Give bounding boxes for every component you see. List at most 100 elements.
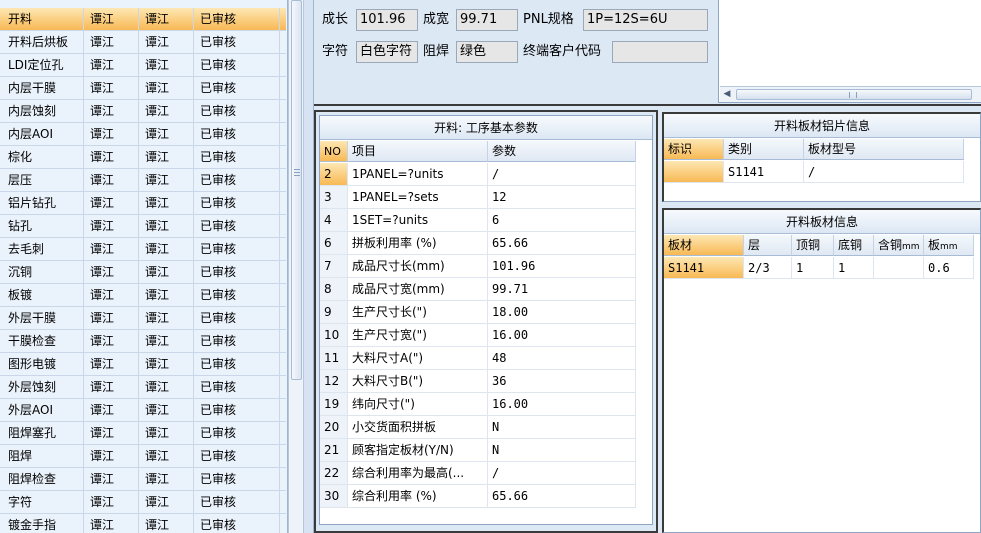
param-row[interactable]: 8 成品尺寸宽(mm) 99.71 — [320, 278, 636, 301]
pnl-field[interactable]: 1P=12S=6U — [583, 9, 708, 31]
process-row[interactable]: 外层AOI 谭江 谭江 已审核 — [0, 399, 286, 422]
foil-mark-cell[interactable] — [664, 161, 724, 183]
mask-label: 阻焊 — [423, 44, 450, 59]
process-row[interactable]: 外层干膜 谭江 谭江 已审核 — [0, 307, 286, 330]
horizontal-scrollbar[interactable]: ◀ — [720, 86, 981, 102]
param-value: 16.00 — [488, 393, 636, 415]
param-row[interactable]: 9 生产尺寸长(") 18.00 — [320, 301, 636, 324]
process-row[interactable]: 层压 谭江 谭江 已审核 — [0, 169, 286, 192]
right-area: 开料板材铝片信息 标识 类别 板材型号 S1141 / 开料板材信息 板材 层 … — [658, 110, 981, 533]
process-name: 棕化 — [2, 146, 84, 168]
process-col2: 谭江 — [84, 192, 139, 214]
process-col2: 谭江 — [84, 422, 139, 444]
process-row[interactable]: 去毛刺 谭江 谭江 已审核 — [0, 238, 286, 261]
param-no: 22 — [320, 462, 348, 484]
param-row[interactable]: 19 纬向尺寸(") 16.00 — [320, 393, 636, 416]
process-list-scrollbar[interactable] — [288, 0, 304, 533]
process-row[interactable]: 图形电镀 谭江 谭江 已审核 — [0, 353, 286, 376]
process-col2: 谭江 — [84, 123, 139, 145]
param-row[interactable]: 11 大料尺寸A(") 48 — [320, 347, 636, 370]
process-name: 板镀 — [2, 284, 84, 306]
char-label: 字符 — [322, 44, 349, 59]
process-row[interactable]: 字符 谭江 谭江 已审核 — [0, 491, 286, 514]
width-field[interactable]: 99.71 — [456, 9, 518, 31]
process-col3: 谭江 — [139, 123, 194, 145]
param-row[interactable]: 12 大料尺寸B(") 36 — [320, 370, 636, 393]
col-no[interactable]: NO — [320, 141, 348, 162]
foil-category-cell[interactable]: S1141 — [724, 161, 804, 183]
col-param[interactable]: 参数 — [488, 141, 636, 162]
param-no: 9 — [320, 301, 348, 323]
process-row[interactable]: 阻焊 谭江 谭江 已审核 — [0, 445, 286, 468]
splitter[interactable] — [304, 0, 314, 533]
param-row[interactable]: 4 1SET=?units 6 — [320, 209, 636, 232]
process-col3: 谭江 — [139, 514, 194, 533]
process-col3: 谭江 — [139, 422, 194, 444]
length-field[interactable]: 101.96 — [356, 9, 418, 31]
process-row[interactable]: 开料后烘板 谭江 谭江 已审核 — [0, 31, 286, 54]
cu-thick-cell[interactable] — [874, 257, 924, 279]
process-row[interactable]: 外层蚀刻 谭江 谭江 已审核 — [0, 376, 286, 399]
col-bottom-cu[interactable]: 底铜 — [834, 235, 874, 256]
param-item: 大料尺寸A(") — [348, 347, 488, 369]
param-value: 12 — [488, 186, 636, 208]
process-row[interactable]: 开料 谭江 谭江 已审核 — [0, 8, 286, 31]
param-row[interactable]: 2 1PANEL=?units / — [320, 163, 636, 186]
process-row[interactable]: 钻孔 谭江 谭江 已审核 — [0, 215, 286, 238]
scrollbar-thumb[interactable] — [291, 0, 302, 380]
top-cu-cell[interactable]: 1 — [792, 257, 834, 279]
param-row[interactable]: 21 顾客指定板材(Y/N) N — [320, 439, 636, 462]
param-row[interactable]: 30 综合利用率 (%) 65.66 — [320, 485, 636, 508]
col-top-cu[interactable]: 顶铜 — [792, 235, 834, 256]
process-row[interactable]: 阻焊检查 谭江 谭江 已审核 — [0, 468, 286, 491]
process-row[interactable]: LDI定位孔 谭江 谭江 已审核 — [0, 54, 286, 77]
process-name: 内层蚀刻 — [2, 100, 84, 122]
mask-field[interactable]: 绿色 — [456, 41, 518, 63]
process-row[interactable]: 阻焊塞孔 谭江 谭江 已审核 — [0, 422, 286, 445]
process-row[interactable]: 铝片钻孔 谭江 谭江 已审核 — [0, 192, 286, 215]
layer-cell[interactable]: 2/3 — [744, 257, 792, 279]
process-name: 沉铜 — [2, 261, 84, 283]
customer-field[interactable] — [612, 41, 708, 63]
col-mark[interactable]: 标识 — [664, 139, 724, 160]
col-board[interactable]: 板材 — [664, 235, 744, 256]
col-category[interactable]: 类别 — [724, 139, 804, 160]
param-row[interactable]: 10 生产尺寸宽(") 16.00 — [320, 324, 636, 347]
process-row[interactable]: 干膜检查 谭江 谭江 已审核 — [0, 330, 286, 353]
char-field[interactable]: 白色字符 — [356, 41, 418, 63]
scrollbar-thumb[interactable] — [736, 89, 972, 100]
col-layer[interactable]: 层 — [744, 235, 792, 256]
param-row[interactable]: 20 小交货面积拼板 N — [320, 416, 636, 439]
process-name: 层压 — [2, 169, 84, 191]
col-thick[interactable]: 板mm — [924, 235, 974, 256]
scroll-left-icon[interactable]: ◀ — [722, 89, 732, 100]
param-row[interactable]: 7 成品尺寸长(mm) 101.96 — [320, 255, 636, 278]
process-col2: 谭江 — [84, 491, 139, 513]
process-col3: 谭江 — [139, 215, 194, 237]
col-model[interactable]: 板材型号 — [804, 139, 964, 160]
process-name: 阻焊塞孔 — [2, 422, 84, 444]
foil-model-cell[interactable]: / — [804, 161, 964, 183]
process-row[interactable]: 棕化 谭江 谭江 已审核 — [0, 146, 286, 169]
param-row[interactable]: 6 拼板利用率 (%) 65.66 — [320, 232, 636, 255]
process-col2: 谭江 — [84, 8, 139, 30]
process-row[interactable]: 镀金手指 谭江 谭江 已审核 — [0, 514, 286, 533]
process-row[interactable]: 内层蚀刻 谭江 谭江 已审核 — [0, 100, 286, 123]
thick-cell[interactable]: 0.6 — [924, 257, 974, 279]
process-row[interactable]: 内层干膜 谭江 谭江 已审核 — [0, 77, 286, 100]
param-row[interactable]: 22 综合利用率为最高(... / — [320, 462, 636, 485]
process-col2: 谭江 — [84, 100, 139, 122]
process-row[interactable]: 板镀 谭江 谭江 已审核 — [0, 284, 286, 307]
process-row[interactable]: 内层AOI 谭江 谭江 已审核 — [0, 123, 286, 146]
param-no: 6 — [320, 232, 348, 254]
col-cu-thick[interactable]: 含铜mm — [874, 235, 924, 256]
param-row[interactable]: 3 1PANEL=?sets 12 — [320, 186, 636, 209]
bottom-cu-cell[interactable]: 1 — [834, 257, 874, 279]
process-row[interactable]: 沉铜 谭江 谭江 已审核 — [0, 261, 286, 284]
process-col3: 谭江 — [139, 238, 194, 260]
process-status: 已审核 — [194, 284, 280, 306]
process-col2: 谭江 — [84, 261, 139, 283]
col-item[interactable]: 项目 — [348, 141, 488, 162]
process-name: 外层干膜 — [2, 307, 84, 329]
board-cell[interactable]: S1141 — [664, 257, 744, 279]
